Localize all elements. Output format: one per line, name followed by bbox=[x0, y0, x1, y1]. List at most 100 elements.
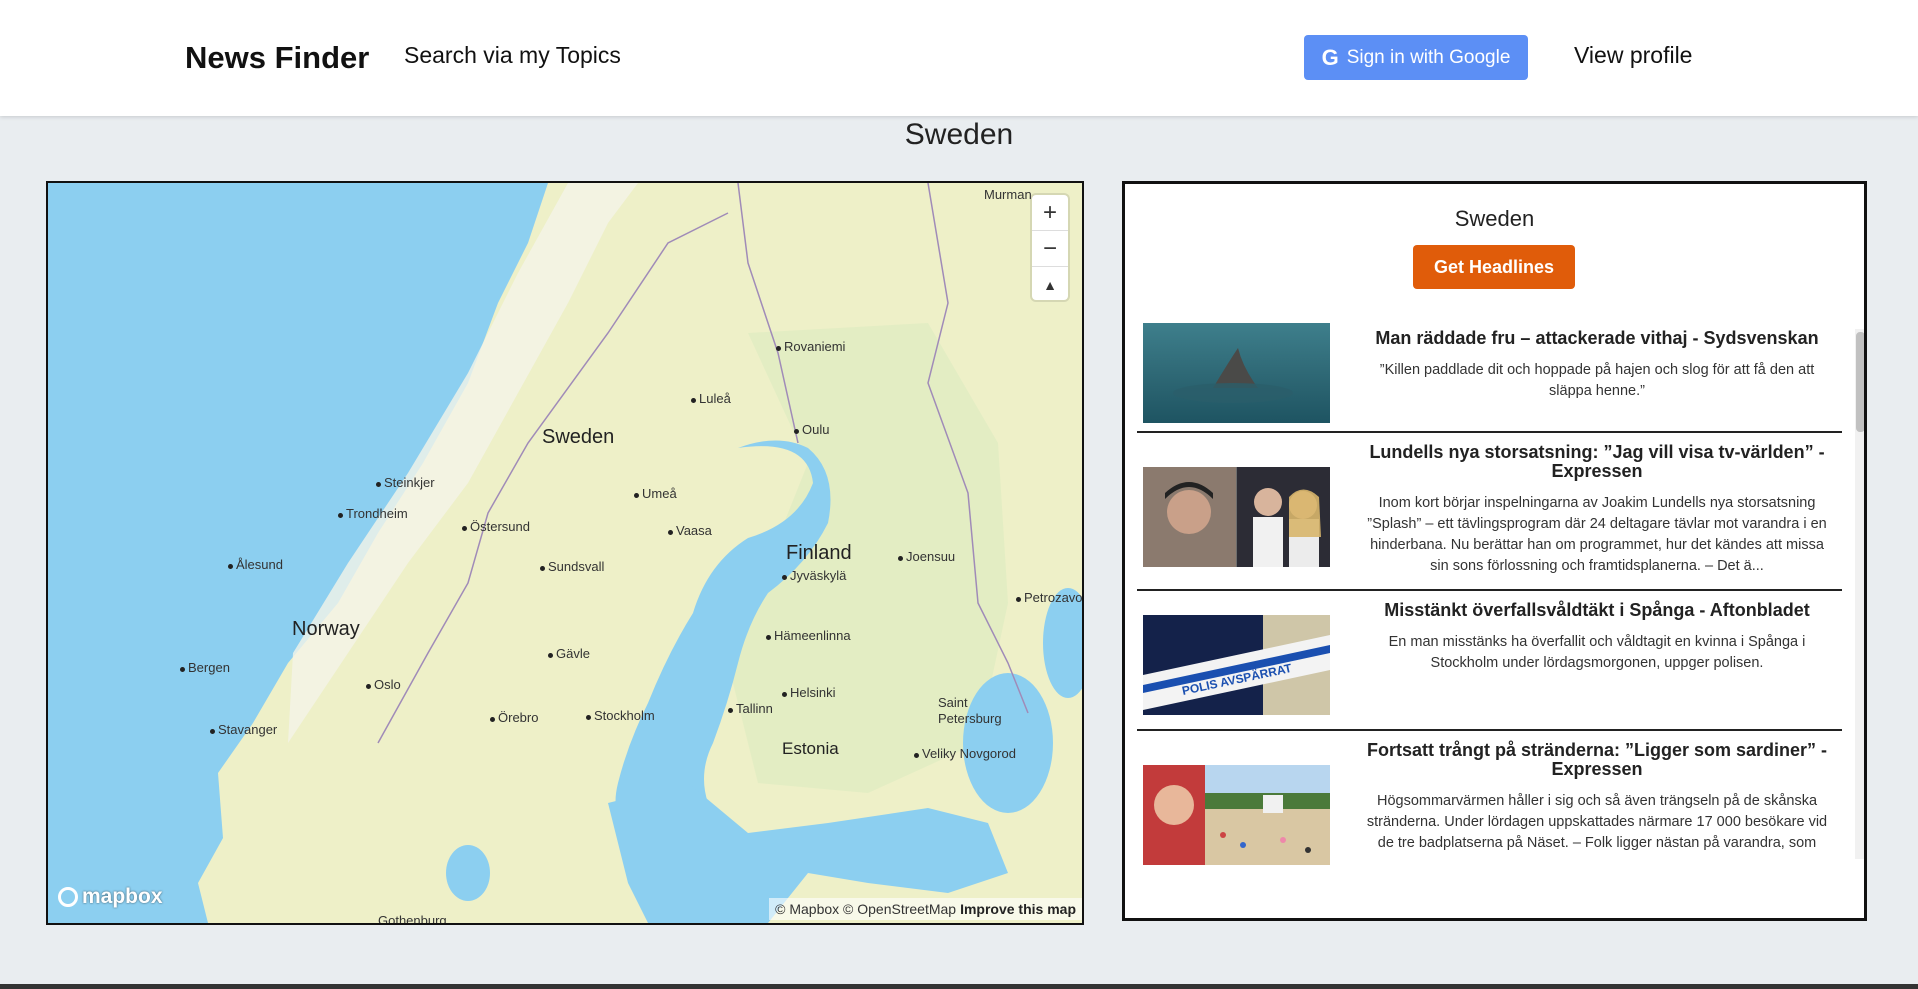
improve-map-link[interactable]: Improve this map bbox=[960, 901, 1076, 917]
article-item[interactable]: POLIS AVSPÄRRAT Misstänkt överfallsvåldt… bbox=[1137, 591, 1842, 731]
map-label-oslo: Oslo bbox=[366, 677, 401, 692]
map-label-lulea: Luleå bbox=[691, 391, 731, 406]
article-description: En man misstänks ha överfallit och våldt… bbox=[1388, 634, 1806, 671]
article-description: ”Killen paddlade dit och hoppade på haje… bbox=[1379, 362, 1815, 399]
article-description: Inom kort börjar inspelningarna av Joaki… bbox=[1367, 495, 1827, 574]
google-sign-in-label: Sign in with Google bbox=[1346, 46, 1511, 68]
city-dot bbox=[228, 564, 233, 569]
article-body: Misstänkt överfallsvåldtäkt i Spånga - A… bbox=[1336, 591, 1842, 729]
city-dot bbox=[376, 482, 381, 487]
article-item[interactable]: Lundells nya storsatsning: ”Jag vill vis… bbox=[1137, 433, 1842, 591]
city-dot bbox=[586, 715, 591, 720]
map-label-trondheim: Trondheim bbox=[338, 506, 408, 521]
map-label-tallinn: Tallinn bbox=[728, 701, 773, 716]
article-thumbnail: POLIS AVSPÄRRAT bbox=[1143, 615, 1330, 715]
article-item[interactable]: Fortsatt trångt på stränderna: ”Ligger s… bbox=[1137, 731, 1842, 871]
map-label-vaasa: Vaasa bbox=[668, 523, 712, 538]
city-dot bbox=[914, 753, 919, 758]
city-dot bbox=[366, 684, 371, 689]
city-dot bbox=[210, 729, 215, 734]
map-label-ostersund: Östersund bbox=[462, 519, 530, 534]
city-dot bbox=[462, 526, 467, 531]
map-label-stavanger: Stavanger bbox=[210, 722, 277, 737]
map-label-helsinki: Helsinki bbox=[782, 685, 836, 700]
map-label-alesund: Ålesund bbox=[228, 557, 283, 572]
city-dot bbox=[180, 667, 185, 672]
city-dot bbox=[338, 513, 343, 518]
zoom-out-button[interactable]: − bbox=[1032, 231, 1068, 267]
article-thumbnail bbox=[1143, 765, 1330, 865]
article-thumbnail bbox=[1143, 467, 1330, 567]
mapbox-logo[interactable]: mapbox bbox=[58, 885, 163, 909]
mapbox-icon bbox=[58, 887, 78, 907]
article-item[interactable]: Man räddade fru – attackerade vithaj - S… bbox=[1137, 319, 1842, 433]
map-label-novgorod: Veliky Novgorod bbox=[914, 746, 1016, 761]
people-photo-image bbox=[1143, 467, 1330, 567]
google-sign-in-button[interactable]: G Sign in with Google bbox=[1304, 35, 1528, 80]
mapbox-logo-text: mapbox bbox=[82, 885, 163, 908]
search-topics-link[interactable]: Search via my Topics bbox=[404, 42, 621, 69]
map-label-steinkjer: Steinkjer bbox=[376, 475, 435, 490]
city-dot bbox=[691, 398, 696, 403]
attribution-text[interactable]: © Mapbox © OpenStreetMap bbox=[775, 901, 956, 917]
map-label-rovaniemi: Rovaniemi bbox=[776, 339, 845, 354]
footer-border bbox=[0, 984, 1918, 989]
police-tape-image: POLIS AVSPÄRRAT bbox=[1143, 615, 1330, 715]
article-body: Lundells nya storsatsning: ”Jag vill vis… bbox=[1336, 433, 1842, 589]
map-label-norway: Norway bbox=[292, 618, 360, 640]
city-dot bbox=[1016, 597, 1021, 602]
view-profile-link[interactable]: View profile bbox=[1574, 42, 1692, 69]
article-title[interactable]: Misstänkt överfallsvåldtäkt i Spånga - A… bbox=[1364, 601, 1830, 620]
city-dot bbox=[782, 575, 787, 580]
article-thumbnail bbox=[1143, 323, 1330, 423]
city-dot bbox=[634, 493, 639, 498]
map-label-petersburg: Petersburg bbox=[938, 711, 1002, 726]
map-label-saint: Saint bbox=[938, 695, 968, 710]
scrollbar-thumb[interactable] bbox=[1856, 332, 1864, 432]
zoom-in-button[interactable]: + bbox=[1032, 195, 1068, 231]
map-label-gothenburg: Gothenburg bbox=[378, 913, 447, 925]
google-icon: G bbox=[1321, 44, 1339, 70]
city-dot bbox=[668, 530, 673, 535]
city-dot bbox=[782, 692, 787, 697]
map-label-joensuu: Joensuu bbox=[898, 549, 955, 564]
map-label-bergen: Bergen bbox=[180, 660, 230, 675]
map-attribution: © Mapbox © OpenStreetMap Improve this ma… bbox=[769, 898, 1082, 920]
map-label-sweden: Sweden bbox=[542, 426, 615, 448]
map-label-stockholm: Stockholm bbox=[586, 708, 655, 723]
city-dot bbox=[728, 708, 733, 713]
city-dot bbox=[776, 346, 781, 351]
shark-fin-image bbox=[1173, 348, 1293, 403]
panel-title: Sweden bbox=[1454, 206, 1535, 231]
map-label-murmansk: Murman bbox=[984, 187, 1032, 202]
map-label-orebro: Örebro bbox=[490, 710, 538, 725]
get-headlines-button[interactable]: Get Headlines bbox=[1413, 245, 1575, 289]
brand-logo[interactable]: News Finder bbox=[185, 40, 369, 76]
article-description: Högsommarvärmen håller i sig och så även… bbox=[1366, 793, 1828, 851]
top-navbar: News Finder Search via my Topics G Sign … bbox=[0, 0, 1918, 116]
map-label-jyvaskyla: Jyväskylä bbox=[782, 568, 846, 583]
city-dot bbox=[540, 566, 545, 571]
map-label-petrozavod: Petrozavod bbox=[1016, 590, 1082, 605]
map-label-gavle: Gävle bbox=[548, 646, 590, 661]
article-body: Fortsatt trångt på stränderna: ”Ligger s… bbox=[1336, 731, 1842, 871]
compass-icon[interactable]: ▲ bbox=[1032, 267, 1068, 302]
article-body: Man räddade fru – attackerade vithaj - S… bbox=[1336, 319, 1842, 431]
city-dot bbox=[794, 429, 799, 434]
map-label-estonia: Estonia bbox=[782, 739, 839, 758]
article-title[interactable]: Man räddade fru – attackerade vithaj - S… bbox=[1364, 329, 1830, 348]
city-dot bbox=[490, 717, 495, 722]
page-title: Sweden bbox=[904, 118, 1014, 151]
lake-ladoga bbox=[963, 673, 1053, 813]
city-dot bbox=[548, 653, 553, 658]
beach-photo-image bbox=[1143, 765, 1330, 865]
map-label-oulu: Oulu bbox=[794, 422, 829, 437]
article-title[interactable]: Fortsatt trångt på stränderna: ”Ligger s… bbox=[1364, 741, 1830, 779]
map-zoom-controls: + − ▲ bbox=[1032, 195, 1068, 300]
map-label-hameenlinna: Hämeenlinna bbox=[766, 628, 851, 643]
article-title[interactable]: Lundells nya storsatsning: ”Jag vill vis… bbox=[1364, 443, 1830, 481]
map-label-umea: Umeå bbox=[634, 486, 677, 501]
city-dot bbox=[766, 635, 771, 640]
map-view[interactable]: Murman Rovaniemi Luleå Oulu Sweden Stein… bbox=[46, 181, 1084, 925]
headlines-list[interactable]: Man räddade fru – attackerade vithaj - S… bbox=[1137, 319, 1842, 899]
